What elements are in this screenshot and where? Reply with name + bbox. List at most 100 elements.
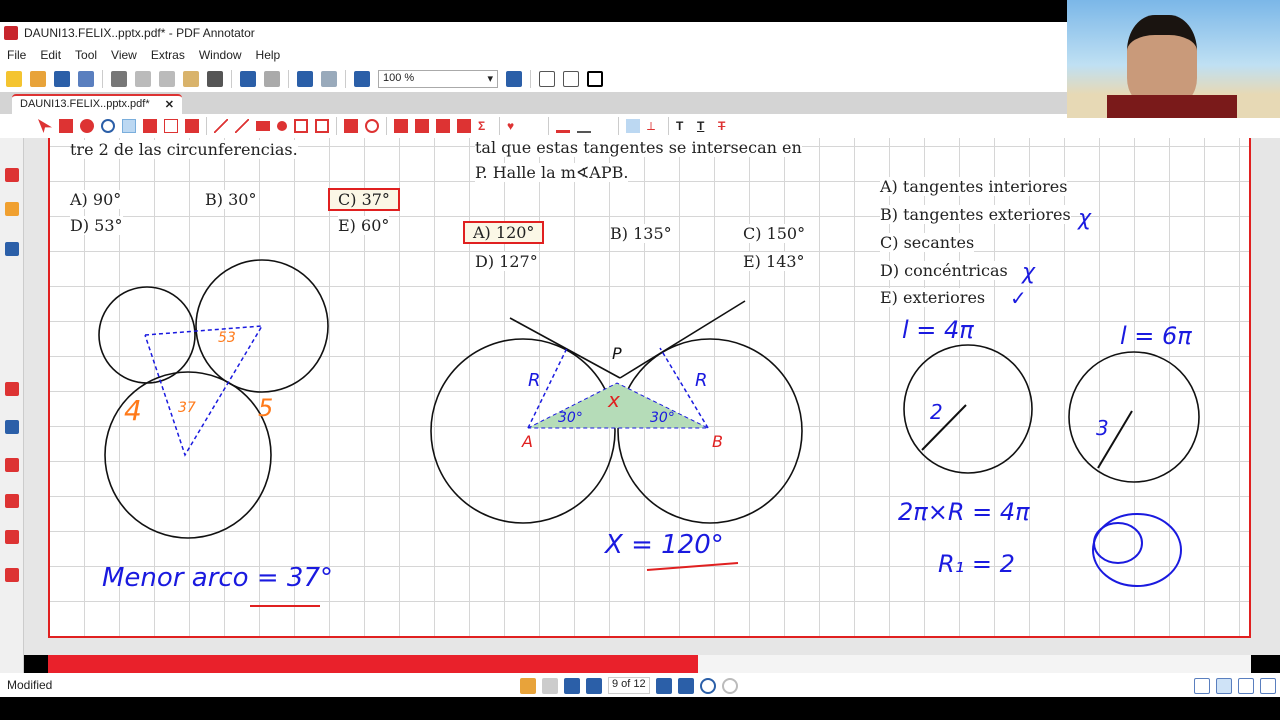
label-radius-3: 3	[1096, 416, 1109, 440]
lasso-icon[interactable]	[365, 119, 379, 133]
next-page-button[interactable]	[655, 677, 672, 694]
first-page-button[interactable]	[564, 677, 580, 694]
copy-icon[interactable]	[159, 71, 175, 87]
app-icon	[4, 26, 18, 40]
two-page-continuous-icon[interactable]	[1260, 678, 1276, 694]
textbox-icon[interactable]	[164, 119, 178, 133]
insert-image-icon[interactable]	[457, 119, 471, 133]
camera-icon[interactable]	[394, 119, 408, 133]
two-page-icon[interactable]	[1238, 678, 1254, 694]
history-back-icon[interactable]	[699, 677, 716, 694]
history-forward-icon[interactable]	[721, 677, 738, 694]
text-icon[interactable]: T	[676, 119, 690, 133]
rectangle-icon[interactable]	[256, 121, 270, 131]
cut-icon[interactable]	[135, 71, 151, 87]
label-r-left: R	[528, 370, 541, 391]
redo-icon[interactable]	[264, 71, 280, 87]
ruler-icon[interactable]	[436, 119, 450, 133]
strikeout-icon[interactable]: T	[718, 119, 732, 133]
zoom-select[interactable]: 100 % ▾	[378, 70, 498, 88]
stamp-icon[interactable]	[185, 119, 199, 133]
hand-icon[interactable]	[80, 119, 94, 133]
circle-q3-left	[903, 344, 1033, 474]
eraser-icon[interactable]	[344, 119, 358, 133]
sigma-icon[interactable]: Σ	[478, 119, 492, 133]
arrow-icon[interactable]	[235, 119, 249, 133]
label-radius-2: 2	[930, 400, 943, 424]
print-icon[interactable]	[111, 71, 127, 87]
pen-color-icon[interactable]	[556, 119, 570, 133]
save-as-icon[interactable]	[78, 71, 94, 87]
highlighter-icon[interactable]	[5, 420, 19, 434]
label-30-right: 30°	[650, 410, 675, 426]
tab-document[interactable]: DAUNI13.FELIX..pptx.pdf* ✕	[12, 94, 182, 114]
marker-side-icon[interactable]	[5, 458, 19, 472]
forward-view-icon[interactable]	[542, 677, 558, 694]
circle-right	[617, 338, 803, 524]
last-page-button[interactable]	[677, 677, 694, 694]
menu-file[interactable]: File	[7, 48, 26, 62]
save-icon[interactable]	[54, 71, 70, 87]
polygon-icon[interactable]	[294, 119, 308, 133]
delete-icon[interactable]	[207, 71, 223, 87]
favorites-heart-icon[interactable]: ♥	[507, 119, 521, 133]
tab-label: DAUNI13.FELIX..pptx.pdf*	[20, 98, 150, 110]
page-navigation: 9 of 12	[520, 677, 738, 694]
fit-page-icon[interactable]	[539, 71, 555, 87]
zoom-in-icon[interactable]	[506, 71, 522, 87]
pdf-page[interactable]: tre 2 de las circunferencias. A) 90° B) …	[48, 138, 1251, 638]
line-icon[interactable]	[214, 119, 228, 133]
label-5: 5	[258, 394, 274, 422]
menu-window[interactable]: Window	[199, 48, 242, 62]
marker-icon[interactable]	[143, 119, 157, 133]
menu-edit[interactable]: Edit	[40, 48, 61, 62]
view-mode-buttons	[1194, 678, 1276, 694]
menu-extras[interactable]: Extras	[151, 48, 185, 62]
prev-page-button[interactable]	[586, 677, 602, 694]
line-width-icon[interactable]	[577, 119, 591, 133]
title-bar: DAUNI13.FELIX..pptx.pdf* - PDF Annotator	[0, 22, 1067, 44]
measure-icon[interactable]	[315, 119, 329, 133]
textbox-side-icon[interactable]	[5, 494, 19, 508]
annotation-l-4pi: l = 4π	[902, 316, 974, 344]
back-view-icon[interactable]	[520, 677, 536, 694]
menu-help[interactable]: Help	[256, 48, 281, 62]
close-icon[interactable]: ✕	[165, 98, 174, 112]
attachment-icon[interactable]	[5, 242, 19, 256]
thumbnail-icon[interactable]	[321, 71, 337, 87]
stamp-side-icon[interactable]	[5, 530, 19, 544]
undo-icon[interactable]	[240, 71, 256, 87]
crop-icon[interactable]	[415, 119, 429, 133]
single-page-icon[interactable]	[1194, 678, 1210, 694]
pen-icon[interactable]	[122, 119, 136, 133]
find-icon[interactable]	[297, 71, 313, 87]
pen-tool-icon[interactable]	[5, 168, 19, 182]
menu-tool[interactable]: Tool	[75, 48, 97, 62]
paste-icon[interactable]	[183, 71, 199, 87]
continuous-icon[interactable]	[1216, 678, 1232, 694]
page-number-field[interactable]: 9 of 12	[608, 677, 650, 694]
underline-icon[interactable]: T	[697, 119, 711, 133]
presenter-shirt	[1107, 95, 1237, 118]
open-icon[interactable]	[30, 71, 46, 87]
circle-icon[interactable]	[277, 121, 287, 131]
text-select-icon[interactable]	[59, 119, 73, 133]
circle-left	[430, 338, 616, 524]
status-text: Modified	[7, 678, 53, 692]
annotation-circumference: 2π×R = 4π	[898, 498, 1030, 526]
favorites-icon[interactable]	[5, 382, 19, 396]
circle-q3-right	[1068, 351, 1200, 483]
left-sidebar	[0, 138, 24, 673]
fullscreen-icon[interactable]	[587, 71, 603, 87]
label-a: A	[522, 432, 533, 451]
select-arrow-icon[interactable]	[38, 119, 52, 133]
straighten-icon[interactable]: ⟂	[647, 119, 661, 133]
smooth-ink-icon[interactable]	[626, 119, 640, 133]
magnify-icon[interactable]	[101, 119, 115, 133]
arrow-side-icon[interactable]	[5, 568, 19, 582]
menu-view[interactable]: View	[111, 48, 137, 62]
new-icon[interactable]	[6, 71, 22, 87]
bookmark-icon[interactable]	[5, 202, 19, 216]
zoom-out-icon[interactable]	[354, 71, 370, 87]
fit-width-icon[interactable]	[563, 71, 579, 87]
